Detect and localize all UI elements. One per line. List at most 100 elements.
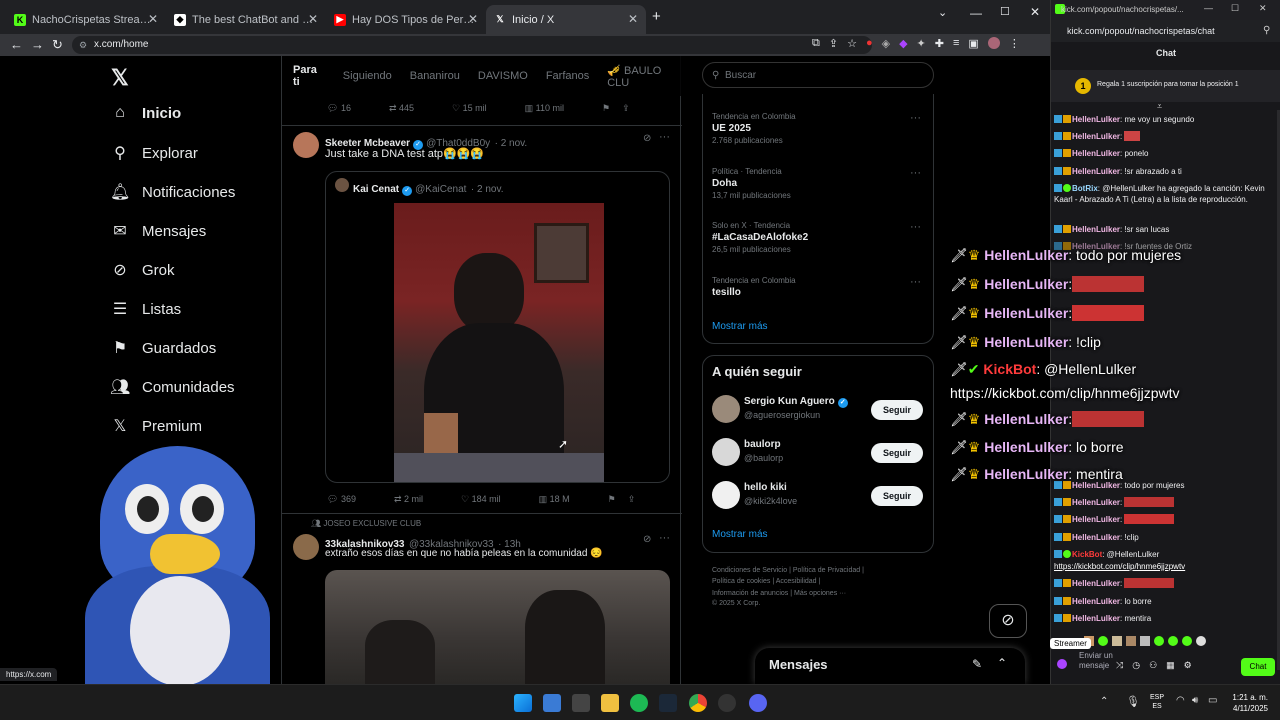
nav-guardados[interactable]: ⚑ Guardados <box>110 338 216 358</box>
minimize-icon[interactable]: — <box>1204 3 1213 13</box>
quoted-tweet[interactable]: Kai Cenat ✓ @KaiCenat · 2 nov. <box>325 171 670 483</box>
expand-icon[interactable]: ⌃ <box>997 656 1007 670</box>
collapse-icon[interactable]: ⩡ <box>1157 101 1162 112</box>
maximize-icon[interactable]: ☐ <box>1000 5 1010 18</box>
emote-icon[interactable] <box>1140 636 1150 646</box>
volume-icon[interactable]: 🔊︎ <box>1192 695 1198 706</box>
trend-item[interactable]: Política · Tendencia Doha 13,7 mil publica… <box>712 167 912 200</box>
show-more-trends-link[interactable]: Mostrar más <box>712 321 768 332</box>
bookmark-icon[interactable]: ⚑ <box>608 494 616 505</box>
settings-icon[interactable]: ⚙ <box>1184 660 1192 671</box>
avatar[interactable] <box>293 132 319 158</box>
chat-username[interactable]: KickBot <box>1072 550 1102 559</box>
chat-username[interactable]: HellenLulker <box>1072 597 1120 606</box>
community-label[interactable]: 👥︎ JOSEO EXCLUSIVE CLUB <box>311 519 421 528</box>
file-explorer-icon[interactable] <box>601 694 619 712</box>
chat-username[interactable]: HellenLulker <box>1072 149 1120 158</box>
trend-item[interactable]: Solo en X · Tendencia #LaCasaDeAlofoke2 26… <box>712 221 912 254</box>
tab-chatbot[interactable]: ◆ The best ChatBot and Widgets fo ✕ <box>166 5 326 34</box>
close-tab-icon[interactable]: ✕ <box>468 12 478 26</box>
chat-username[interactable]: HellenLulker <box>1072 498 1120 507</box>
reply-button[interactable]: 💬︎ 16 <box>327 103 351 114</box>
chat-link[interactable]: https://kickbot.com/clip/hnme6jjzpwtv <box>1054 561 1276 572</box>
close-tab-icon[interactable]: ✕ <box>628 12 638 26</box>
like-button[interactable]: ♡ 15 mil <box>452 103 487 114</box>
avatar[interactable] <box>712 395 740 423</box>
gift-sub-banner[interactable]: 1 Regala 1 suscripción para tomar la pos… <box>1051 70 1280 102</box>
footer-link[interactable]: Accesibilidad <box>776 578 817 585</box>
new-tab-button[interactable]: + <box>652 8 661 25</box>
extension-gamepad-icon[interactable]: ✦ <box>917 37 926 50</box>
footer-link[interactable]: Más opciones ··· <box>794 590 846 597</box>
chat-username[interactable]: HellenLulker <box>1072 614 1120 623</box>
repost-button[interactable]: ⇄ 445 <box>389 103 414 114</box>
tweet-time[interactable]: · 2 nov. <box>495 138 528 149</box>
timer-icon[interactable]: ◷ <box>1132 660 1140 671</box>
send-chat-button[interactable]: Chat <box>1241 658 1275 676</box>
views-button[interactable]: ▥ 110 mil <box>525 103 564 114</box>
emote-icon[interactable] <box>1168 636 1178 646</box>
trend-more-icon[interactable]: ··· <box>910 167 921 179</box>
nav-listas[interactable]: ☰ Listas <box>110 299 181 319</box>
tab-x-home[interactable]: 𝕏 Inicio / X ✕ <box>486 5 646 34</box>
obs-app-icon[interactable] <box>718 694 736 712</box>
new-message-icon[interactable]: ✎ <box>972 657 982 671</box>
trend-item[interactable]: Tendencia en Colombia tesillo <box>712 276 912 300</box>
repost-button[interactable]: ⇄ 2 mil <box>394 494 423 505</box>
back-icon[interactable]: ← <box>10 37 23 52</box>
microphone-icon[interactable]: 🎙︎ <box>1126 695 1140 708</box>
forward-icon[interactable]: → <box>31 37 44 52</box>
terminal-app-icon[interactable] <box>572 694 590 712</box>
trend-more-icon[interactable]: ··· <box>910 276 921 288</box>
calendar-icon[interactable]: ▦ <box>1166 660 1175 671</box>
x-logo-icon[interactable]: 𝕏 <box>111 65 129 91</box>
chat-username[interactable]: BotRix <box>1072 184 1098 193</box>
tab-para-ti[interactable]: Para ti <box>293 64 325 88</box>
footer-link[interactable]: Política de Privacidad <box>793 567 860 574</box>
grok-icon[interactable]: ⊘ <box>643 133 651 144</box>
wifi-icon[interactable]: ◠ <box>1176 695 1185 706</box>
chat-username[interactable]: HellenLulker <box>1072 115 1120 124</box>
tab-baulo-club[interactable]: 🎺 BAULO CLU <box>607 64 682 89</box>
messages-drawer[interactable]: Mensajes ✎ ⌃ <box>755 648 1025 684</box>
follow-suggestion[interactable]: hello kiki @kiki2k4love Seguir <box>712 481 927 511</box>
nav-comunidades[interactable]: 👥︎ Comunidades <box>110 377 235 397</box>
maximize-icon[interactable]: ☐ <box>1231 3 1239 14</box>
close-window-icon[interactable]: ✕ <box>1259 3 1267 14</box>
bookmark-icon[interactable]: ⚑ <box>602 103 610 114</box>
emote-icon[interactable] <box>1112 636 1122 646</box>
search-icon[interactable]: ⚲ <box>1263 25 1270 36</box>
close-tab-icon[interactable]: ✕ <box>308 12 318 26</box>
chat-username[interactable]: HellenLulker <box>1072 579 1120 588</box>
media-icon[interactable]: ≡ <box>953 37 959 50</box>
nav-premium[interactable]: 𝕏 Premium <box>110 416 202 436</box>
share-icon[interactable]: ⇪ <box>628 494 636 505</box>
shuffle-icon[interactable]: ⤨ <box>1116 660 1123 671</box>
reply-button[interactable]: 💬︎ 369 <box>327 494 356 505</box>
tab-farfanos[interactable]: Farfanos <box>546 70 589 82</box>
chrome-app-icon[interactable] <box>689 694 707 712</box>
avatar[interactable] <box>293 534 319 560</box>
emote-icon[interactable] <box>1154 636 1164 646</box>
chat-input[interactable]: Enviar un mensaje <box>1057 651 1117 681</box>
trend-more-icon[interactable]: ··· <box>910 221 921 233</box>
chat-username[interactable]: HellenLulker <box>1072 225 1120 234</box>
minimize-icon[interactable]: — <box>970 6 982 20</box>
grok-floating-button[interactable]: ⊘ <box>989 604 1027 638</box>
follow-suggestion[interactable]: baulorp @baulorp Seguir <box>712 438 927 468</box>
chat-username[interactable]: HellenLulker <box>1072 533 1120 542</box>
share-icon[interactable]: ⇪ <box>622 103 630 114</box>
extension-shield-icon[interactable]: ◈ <box>882 37 890 50</box>
spotify-app-icon[interactable] <box>630 694 648 712</box>
discord-app-icon[interactable] <box>749 694 767 712</box>
close-window-icon[interactable]: ✕ <box>1030 5 1040 19</box>
footer-link[interactable]: Condiciones de Servicio <box>712 567 787 574</box>
show-more-follow-link[interactable]: Mostrar más <box>712 529 768 540</box>
start-button-icon[interactable] <box>514 694 532 712</box>
emote-icon[interactable] <box>1182 636 1192 646</box>
users-icon[interactable]: ⚇ <box>1149 660 1157 671</box>
nav-notificaciones[interactable]: 🔔︎ Notificaciones <box>110 182 235 202</box>
star-icon[interactable]: ☆ <box>847 37 857 50</box>
more-options-icon[interactable]: ··· <box>659 131 670 143</box>
extensions-puzzle-icon[interactable]: ✚ <box>935 37 944 50</box>
